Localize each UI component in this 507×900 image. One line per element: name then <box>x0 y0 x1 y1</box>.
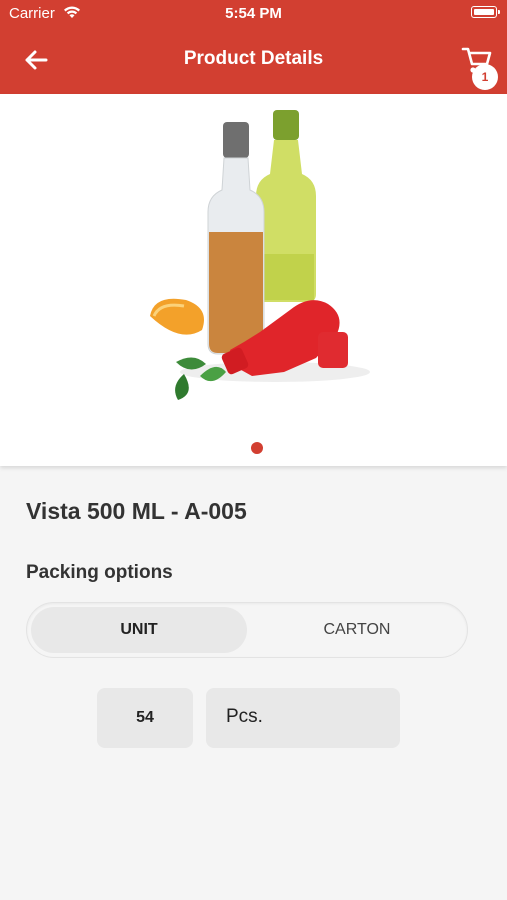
product-image <box>150 110 370 400</box>
packing-option-unit[interactable]: UNIT <box>31 607 247 653</box>
cart-badge: 1 <box>472 64 498 90</box>
top-bar: Carrier 5:54 PM Product Details 1 <box>0 0 507 94</box>
packing-options-segmented-control: UNIT CARTON <box>26 602 468 658</box>
unit-selector[interactable]: Pcs. <box>206 688 400 748</box>
page-title: Product Details <box>183 48 324 69</box>
product-image-carousel[interactable] <box>0 94 507 466</box>
packing-option-carton[interactable]: CARTON <box>251 607 463 653</box>
carousel-dot-active[interactable] <box>251 442 263 454</box>
status-time: 5:54 PM <box>225 5 282 22</box>
navigation-bar: Product Details 1 <box>0 28 507 94</box>
packing-options-label: Packing options <box>26 562 173 583</box>
battery-icon <box>471 6 500 18</box>
product-name: Vista 500 ML - A-005 <box>26 498 247 524</box>
status-bar: Carrier 5:54 PM <box>0 0 507 28</box>
quantity-field[interactable]: 54 <box>97 688 193 748</box>
